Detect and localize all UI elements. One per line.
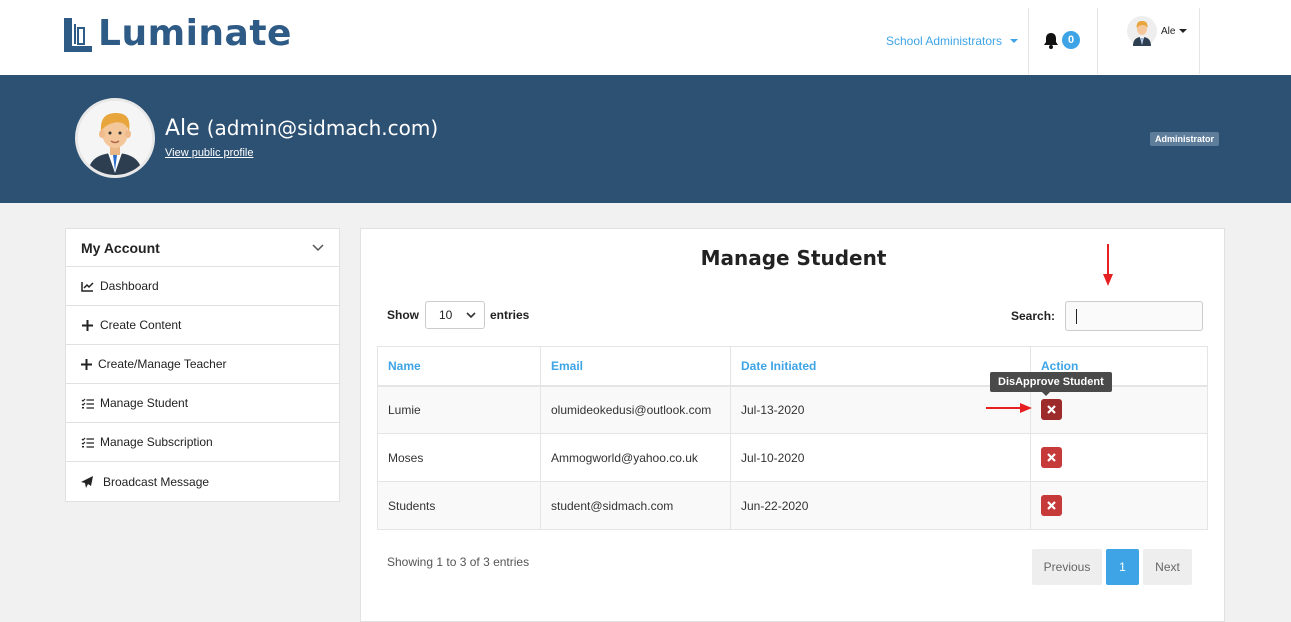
sidebar-item-create-manage-teacher[interactable]: Create/Manage Teacher [66, 345, 339, 384]
school-administrators-dropdown[interactable]: School Administrators [886, 34, 1019, 48]
search-label: Search: [1011, 309, 1056, 323]
show-label: Show [387, 308, 419, 322]
text-cursor [1076, 309, 1078, 324]
profile-email: (admin@sidmach.com) [206, 116, 439, 140]
entries-select[interactable]: 10 [425, 301, 485, 329]
disapprove-tooltip: DisApprove Student [990, 372, 1112, 396]
sidebar-item-manage-student[interactable]: Manage Student [66, 384, 339, 423]
chevron-down-icon [1010, 39, 1019, 43]
brand-logo[interactable]: Luminate [62, 12, 292, 56]
student-email-cell: student@sidmach.com [540, 481, 731, 530]
disapprove-student-button[interactable] [1041, 399, 1062, 421]
nav-divider [1028, 8, 1029, 74]
sidebar-header[interactable]: My Account [66, 229, 339, 267]
student-name-cell: Lumie [377, 385, 541, 434]
plus-icon [80, 318, 94, 332]
previous-page-button[interactable]: Previous [1032, 549, 1102, 585]
table-row: Lumie olumideokedusi@outlook.com Jul-13-… [377, 385, 1208, 434]
account-sidebar: My Account Dashboard Create Content Crea… [65, 228, 340, 502]
student-date-cell: Jun-22-2020 [730, 481, 1031, 530]
profile-avatar [75, 98, 155, 178]
avatar-illustration-icon [78, 101, 152, 175]
user-menu-dropdown[interactable]: Ale [1127, 16, 1188, 46]
student-name-cell: Students [377, 481, 541, 530]
avatar [1127, 16, 1157, 46]
student-name-cell: Moses [377, 433, 541, 482]
sidebar-item-label: Create Content [100, 318, 182, 332]
table-row: Moses Ammogworld@yahoo.co.uk Jul-10-2020 [377, 433, 1208, 482]
close-icon [1047, 453, 1056, 462]
sidebar-item-label: Manage Student [100, 396, 189, 410]
entries-select-value: 10 [439, 308, 453, 322]
tasks-icon [80, 435, 94, 449]
close-icon [1047, 405, 1056, 415]
sidebar-item-manage-subscription[interactable]: Manage Subscription [66, 423, 339, 462]
chart-line-icon [80, 279, 94, 293]
tasks-icon [80, 396, 94, 410]
sidebar-item-label: Create/Manage Teacher [98, 357, 227, 371]
action-cell [1030, 433, 1208, 482]
sidebar-item-label: Manage Subscription [100, 435, 213, 449]
chevron-down-icon [466, 311, 476, 318]
bell-icon [1044, 32, 1058, 49]
sidebar-item-label: Broadcast Message [103, 474, 210, 489]
sidebar-item-dashboard[interactable]: Dashboard [66, 267, 339, 306]
role-badge: Administrator [1150, 132, 1220, 146]
sidebar-title: My Account [81, 239, 160, 256]
logo-mark-icon [64, 18, 92, 52]
annotation-arrow-down-icon [1103, 244, 1113, 286]
table-search: Search: [1011, 301, 1204, 331]
brand-name: Luminate [98, 13, 292, 54]
annotation-arrow-right-icon [986, 403, 1032, 413]
search-input[interactable] [1065, 301, 1204, 331]
user-name-label: Ale [1161, 25, 1176, 37]
plus-icon [80, 357, 92, 371]
disapprove-student-button[interactable] [1041, 495, 1062, 516]
page-1-button[interactable]: 1 [1106, 549, 1139, 585]
table-info: Showing 1 to 3 of 3 entries [387, 555, 530, 569]
student-email-cell: Ammogworld@yahoo.co.uk [540, 433, 731, 482]
entries-length-control: Show 10 entries [387, 301, 529, 329]
chevron-down-icon [1179, 29, 1188, 33]
pagination: Previous 1 Next [1032, 549, 1192, 585]
profile-title: Ale (admin@sidmach.com) [165, 116, 438, 141]
sidebar-item-label: Dashboard [100, 279, 159, 293]
top-navbar: Luminate School Administrators 0 Ale [0, 0, 1291, 75]
column-header-date-initiated[interactable]: Date Initiated [730, 346, 1031, 387]
action-cell [1030, 481, 1208, 530]
admin-menu-label: School Administrators [886, 34, 1003, 48]
notifications-button[interactable]: 0 [1043, 31, 1080, 49]
notification-count-badge: 0 [1062, 31, 1080, 49]
student-email-cell: olumideokedusi@outlook.com [540, 385, 731, 434]
student-date-cell: Jul-10-2020 [730, 433, 1031, 482]
action-cell [1030, 385, 1208, 434]
next-page-button[interactable]: Next [1143, 549, 1192, 585]
sidebar-item-broadcast-message[interactable]: Broadcast Message [66, 462, 339, 501]
sidebar-item-create-content[interactable]: Create Content [66, 306, 339, 345]
entries-label: entries [490, 308, 530, 322]
profile-banner: Ale (admin@sidmach.com) View public prof… [0, 75, 1291, 203]
nav-divider [1199, 8, 1200, 74]
page-title: Manage Student [700, 246, 887, 270]
chevron-down-icon [312, 243, 324, 251]
table-row: Students student@sidmach.com Jun-22-2020 [377, 481, 1208, 530]
close-icon [1047, 501, 1056, 510]
column-header-name[interactable]: Name [377, 346, 541, 387]
nav-divider [1097, 8, 1098, 74]
profile-name: Ale [165, 116, 200, 141]
paper-plane-icon [80, 475, 94, 489]
disapprove-student-button[interactable] [1041, 447, 1062, 468]
view-public-profile-link[interactable]: View public profile [165, 147, 253, 159]
manage-student-panel: Manage Student Show 10 entries Search: N… [360, 228, 1225, 622]
column-header-email[interactable]: Email [540, 346, 731, 387]
